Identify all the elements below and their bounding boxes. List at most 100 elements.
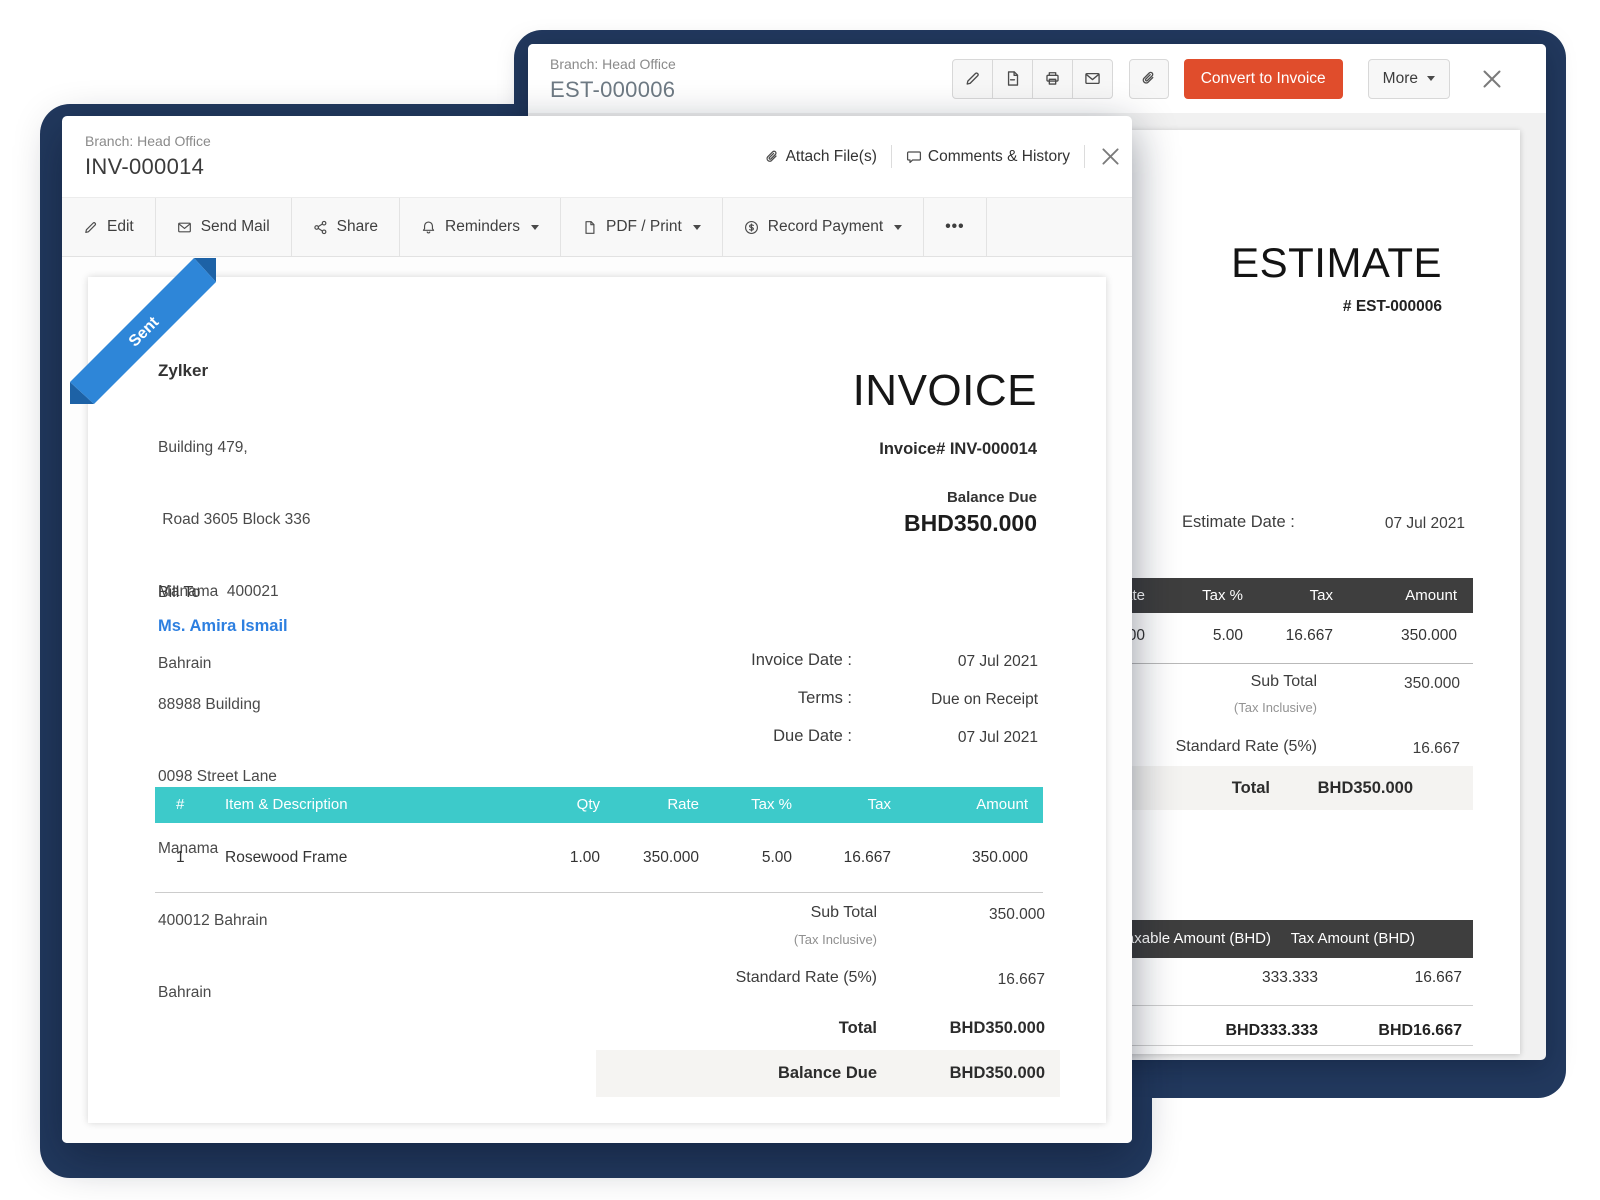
- bell-icon: [421, 220, 436, 235]
- invoice-header-actions: Attach File(s) Comments & History: [764, 116, 1120, 197]
- comment-bubble-icon: [906, 149, 922, 165]
- attachment-button[interactable]: [1129, 59, 1169, 99]
- balance-due-value: BHD350.000: [904, 510, 1037, 537]
- close-icon: [1482, 69, 1502, 89]
- tax-inclusive-note: (Tax Inclusive): [794, 932, 877, 947]
- cell-index: 1: [176, 823, 185, 892]
- invoice-number: INV-000014: [85, 154, 204, 180]
- balance-due-label: Balance Due: [778, 1050, 877, 1097]
- convert-to-invoice-button[interactable]: Convert to Invoice: [1184, 59, 1343, 99]
- tax-rate-value: 16.667: [998, 971, 1045, 989]
- estimate-toolbar: Convert to Invoice More: [952, 44, 1546, 113]
- company-address-line: Road 3605 Block 336: [158, 508, 311, 532]
- share-label: Share: [337, 218, 378, 236]
- send-mail-label: Send Mail: [201, 218, 270, 236]
- customer-address-line: 400012 Bahrain: [158, 909, 277, 933]
- cell-qty: 1.00: [570, 823, 600, 892]
- cell-tax-percent: 5.00: [1213, 627, 1243, 645]
- divider: [1084, 145, 1085, 168]
- estimate-icon-button-group: [952, 59, 1113, 99]
- estimate-window-header: Branch: Head Office EST-000006: [528, 44, 1546, 113]
- estimate-document-number: # EST-000006: [1343, 298, 1442, 316]
- envelope-icon: [1084, 70, 1101, 87]
- total-label: Total: [1232, 766, 1270, 810]
- paperclip-icon: [764, 149, 780, 165]
- print-button[interactable]: [1032, 59, 1073, 99]
- column-header-rate: Rate: [667, 787, 699, 823]
- taxable-amount-total: BHD333.333: [1226, 1022, 1319, 1040]
- subtotal-value: 350.000: [1404, 675, 1460, 693]
- column-header-item: Item & Description: [225, 787, 348, 823]
- estimate-date-label: Estimate Date :: [1182, 513, 1295, 532]
- company-name: Zylker: [158, 361, 208, 381]
- more-options-button[interactable]: •••: [924, 198, 986, 256]
- cell-tax: 16.667: [844, 823, 891, 892]
- pencil-icon: [83, 220, 98, 235]
- caret-down-icon: [693, 225, 701, 230]
- due-date-label: Due Date :: [773, 727, 852, 746]
- column-header-amount: Amount: [976, 787, 1028, 823]
- comments-history-button[interactable]: Comments & History: [906, 148, 1070, 166]
- bill-to-label: Bill To: [158, 584, 200, 602]
- pdf-print-label: PDF / Print: [606, 218, 682, 236]
- caret-down-icon: [1427, 76, 1435, 81]
- edit-button[interactable]: [952, 59, 993, 99]
- printer-icon: [1044, 70, 1061, 87]
- company-address-line: Building 479,: [158, 436, 311, 460]
- comments-history-label: Comments & History: [928, 148, 1070, 166]
- invoice-body: Sent Zylker Building 479, Road 3605 Bloc…: [62, 257, 1132, 1143]
- subtotal-label: Sub Total: [811, 904, 877, 922]
- cell-item: Rosewood Frame: [225, 823, 347, 892]
- share-icon: [313, 220, 328, 235]
- taxable-amount-header: Taxable Amount (BHD): [1118, 920, 1271, 958]
- invoice-date-value: 07 Jul 2021: [958, 653, 1038, 671]
- share-button[interactable]: Share: [292, 198, 400, 256]
- column-header-tax: Tax: [1310, 578, 1333, 613]
- export-pdf-button[interactable]: [992, 59, 1033, 99]
- estimate-date-value: 07 Jul 2021: [1385, 515, 1465, 533]
- invoice-document-page: Sent Zylker Building 479, Road 3605 Bloc…: [88, 277, 1106, 1123]
- tax-rate-label: Standard Rate (5%): [1176, 738, 1317, 756]
- column-header-amount: Amount: [1405, 578, 1457, 613]
- total-label: Total: [839, 1019, 877, 1038]
- reminders-button[interactable]: Reminders: [400, 198, 561, 256]
- total-value: BHD350.000: [1318, 766, 1413, 810]
- record-payment-button[interactable]: Record Payment: [723, 198, 924, 256]
- caret-down-icon: [531, 225, 539, 230]
- tax-amount-value: 16.667: [1415, 969, 1462, 987]
- balance-due-band: Balance Due BHD350.000: [596, 1050, 1060, 1097]
- invoice-toolbar: Edit Send Mail Share Reminders PDF / Pri…: [62, 197, 1132, 257]
- send-mail-button[interactable]: Send Mail: [156, 198, 292, 256]
- tax-inclusive-note: (Tax Inclusive): [1234, 700, 1317, 715]
- balance-due-value: BHD350.000: [950, 1050, 1045, 1097]
- attach-files-button[interactable]: Attach File(s): [764, 148, 877, 166]
- pdf-print-button[interactable]: PDF / Print: [561, 198, 723, 256]
- cell-tax-percent: 5.00: [762, 823, 792, 892]
- cell-amount: 350.000: [1401, 627, 1457, 645]
- pencil-icon: [964, 70, 981, 87]
- estimate-branch-label: Branch: Head Office: [550, 56, 676, 72]
- close-estimate-button[interactable]: [1482, 69, 1502, 89]
- close-icon: [1101, 147, 1120, 166]
- send-email-button[interactable]: [1072, 59, 1113, 99]
- invoice-document-number: Invoice# INV-000014: [879, 440, 1037, 459]
- record-payment-label: Record Payment: [768, 218, 883, 236]
- tax-rate-value: 16.667: [1413, 740, 1460, 758]
- tax-amount-total: BHD16.667: [1378, 1022, 1462, 1040]
- terms-value: Due on Receipt: [931, 691, 1038, 709]
- customer-name-link[interactable]: Ms. Amira Ismail: [158, 617, 288, 636]
- edit-button[interactable]: Edit: [62, 198, 156, 256]
- total-value: BHD350.000: [950, 1019, 1045, 1038]
- dollar-circle-icon: [744, 220, 759, 235]
- invoice-window: Branch: Head Office INV-000014 Attach Fi…: [62, 116, 1132, 1143]
- column-header-qty: Qty: [577, 787, 600, 823]
- caret-down-icon: [894, 225, 902, 230]
- invoice-table-header: # Item & Description Qty Rate Tax % Tax …: [155, 787, 1043, 823]
- app-stage: Branch: Head Office EST-000006: [0, 0, 1600, 1200]
- paperclip-icon: [1140, 70, 1157, 87]
- close-invoice-button[interactable]: [1101, 147, 1120, 166]
- more-button[interactable]: More: [1368, 59, 1450, 99]
- pdf-file-icon: [582, 220, 597, 235]
- edit-label: Edit: [107, 218, 134, 236]
- estimate-number: EST-000006: [550, 77, 675, 103]
